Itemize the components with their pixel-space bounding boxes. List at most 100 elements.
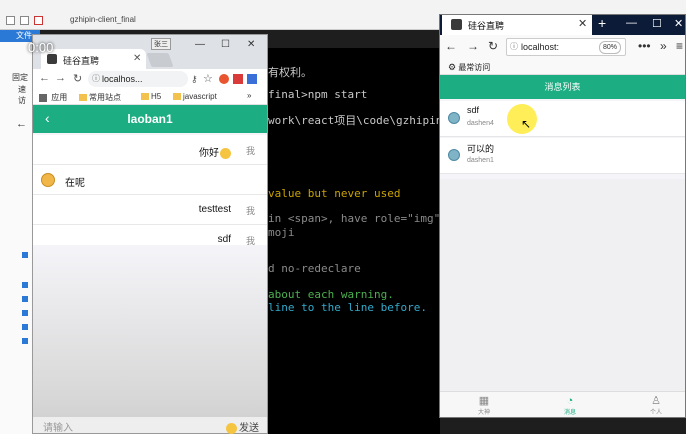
info-icon[interactable]: ⓘ <box>510 39 518 55</box>
reload-icon[interactable]: ↻ <box>73 72 82 85</box>
terminal-line: work\react项目\code\gzhipin <box>268 114 440 127</box>
bookmark-folder[interactable]: 常用站点 <box>79 92 121 103</box>
send-label: 发送 <box>239 423 259 434</box>
cloud-icon <box>22 252 28 258</box>
message-icon: ◔ <box>566 395 574 407</box>
sidebar-label: 固定 <box>12 73 28 82</box>
emoji-icon[interactable] <box>226 422 237 434</box>
message-text: sdf <box>217 234 231 245</box>
terminal-line: 有权利。 <box>268 66 312 79</box>
key-icon[interactable]: ⚷ <box>191 74 198 85</box>
sender-label: 我 <box>245 206 255 216</box>
new-tab-icon[interactable]: + <box>598 15 606 31</box>
close-window-icon[interactable]: ✕ <box>674 17 683 30</box>
avatar <box>448 112 460 124</box>
chat-input-bar: 请输入 发送 <box>33 417 267 434</box>
firefox-tab[interactable]: 硅谷直聘 ✕ <box>442 15 592 35</box>
url-text: localhost: <box>521 42 560 52</box>
bookmarks-bar: 应用 常用站点 H5 javascript » <box>33 89 267 105</box>
tab-label: 大神 <box>477 410 490 416</box>
bookmark-apps[interactable]: 应用 <box>39 92 67 103</box>
maximize-icon[interactable]: ☐ <box>221 39 230 50</box>
zoom-level[interactable]: 80% <box>598 41 621 54</box>
bookmark-most-visited[interactable]: ⚙ 最常访问 <box>448 62 490 73</box>
tab-messages[interactable]: ◔ 消息 <box>550 395 590 416</box>
person-icon: ♙ <box>651 395 661 407</box>
profile-badge[interactable]: 张三 <box>151 38 171 50</box>
bookmark-label: 应用 <box>51 93 68 102</box>
bookmark-label: 常用站点 <box>89 93 121 102</box>
bookmark-label: 最常访问 <box>458 63 491 72</box>
message-preview: sdf <box>467 105 480 115</box>
address-bar[interactable]: ⓘ localhost: 80% <box>506 38 626 56</box>
sender-label: 我 <box>245 146 255 156</box>
chat-empty-area <box>33 245 267 431</box>
terminal-window[interactable]: 有权利。 final>npm start work\react项目\code\g… <box>267 48 440 434</box>
message-list-item[interactable]: 可以的 dashen1 <box>440 138 685 174</box>
new-tab-button[interactable] <box>146 53 174 67</box>
tab-dashen[interactable]: ▦ 大神 <box>464 395 504 416</box>
apps-grid-icon <box>39 93 47 102</box>
chat-navbar: ‹ laoban1 <box>33 105 267 133</box>
address-bar[interactable]: ⓘ localhos... <box>88 71 188 87</box>
bookmark-label: H5 <box>151 92 162 101</box>
send-button[interactable]: 发送 <box>225 419 259 434</box>
message-preview: 可以的 <box>467 144 495 154</box>
menu-icon[interactable]: ≡ <box>676 39 683 53</box>
message-text: 你好 <box>199 144 231 159</box>
close-window-icon[interactable]: ✕ <box>247 39 255 50</box>
bookmark-folder[interactable]: javascript <box>173 92 217 101</box>
smile-emoji-icon <box>220 147 231 159</box>
minimize-icon[interactable]: — <box>626 17 637 29</box>
back-arrow-icon[interactable]: ← <box>39 72 50 84</box>
tab-label: 个人 <box>649 410 662 416</box>
terminal-line: line to the line before. <box>268 301 427 314</box>
extension-icon[interactable] <box>233 74 243 84</box>
favicon-icon <box>47 54 57 64</box>
terminal-line: value but never used <box>268 187 401 200</box>
bookmarks-overflow[interactable]: » <box>247 91 251 100</box>
chrome-tab[interactable]: 硅谷直聘 ✕ <box>41 49 146 69</box>
firefox-window: 硅谷直聘 ✕ + — ☐ ✕ ← → ↻ ⓘ localhost: 80% ••… <box>439 14 686 418</box>
forward-arrow-icon[interactable]: → <box>55 72 66 84</box>
reload-icon[interactable]: ↻ <box>488 39 498 53</box>
extension-icon[interactable] <box>219 74 229 84</box>
folder-icon <box>173 93 181 101</box>
bottom-tabbar: ▦ 大神 ◔ 消息 ♙ 个人 <box>440 391 685 417</box>
folder-icon <box>6 16 15 25</box>
pc-icon <box>22 282 28 288</box>
chat-message: testtest 我 <box>33 195 267 225</box>
favicon-icon <box>451 19 462 30</box>
chrome-tab-title: 硅谷直聘 <box>63 56 100 66</box>
bookmarks-bar: ⚙ 最常访问 <box>440 59 685 75</box>
star-icon[interactable]: ☆ <box>203 72 213 85</box>
firefox-toolbar: ← → ↻ ⓘ localhost: 80% ••• » ≡ <box>440 35 685 59</box>
overflow-icon[interactable]: » <box>660 39 667 53</box>
sidebar-label: 速访 <box>18 85 26 105</box>
message-input[interactable]: 请输入 <box>43 419 73 434</box>
back-arrow-icon[interactable]: ← <box>445 39 457 53</box>
avatar <box>448 149 460 161</box>
terminal-line: about each warning. <box>268 288 394 301</box>
close-icon[interactable]: ✕ <box>578 17 587 30</box>
page-actions-icon[interactable]: ••• <box>638 39 651 53</box>
back-arrow-icon[interactable]: ← <box>16 118 27 130</box>
explorer-title: gzhipin-client_final <box>70 15 136 24</box>
url-text: localhos... <box>102 74 143 84</box>
minimize-icon[interactable]: — <box>195 39 205 50</box>
tab-label: 消息 <box>563 410 576 416</box>
bookmark-folder[interactable]: H5 <box>141 92 161 101</box>
chat-message: 你好 我 <box>33 135 267 165</box>
maximize-icon[interactable]: ☐ <box>652 17 662 30</box>
extension-icon[interactable] <box>247 74 257 84</box>
message-list-item[interactable]: sdf dashen4 <box>440 101 685 137</box>
chrome-window: 硅谷直聘 ✕ 张三 — ☐ ✕ ← → ↻ ⓘ localhos... ⚷ ☆ … <box>32 34 268 434</box>
chat-page: ‹ laoban1 你好 我 在呢 testtest 我 sdf 我 请输入 发… <box>33 105 267 434</box>
chrome-titlebar: 硅谷直聘 ✕ 张三 — ☐ ✕ <box>33 35 267 69</box>
tab-personal[interactable]: ♙ 个人 <box>636 395 676 416</box>
forward-arrow-icon[interactable]: → <box>467 39 479 53</box>
info-icon[interactable]: ⓘ <box>92 71 100 87</box>
folder-icon <box>141 93 149 101</box>
message-text: testtest <box>198 204 231 215</box>
close-icon[interactable]: ✕ <box>133 53 141 64</box>
